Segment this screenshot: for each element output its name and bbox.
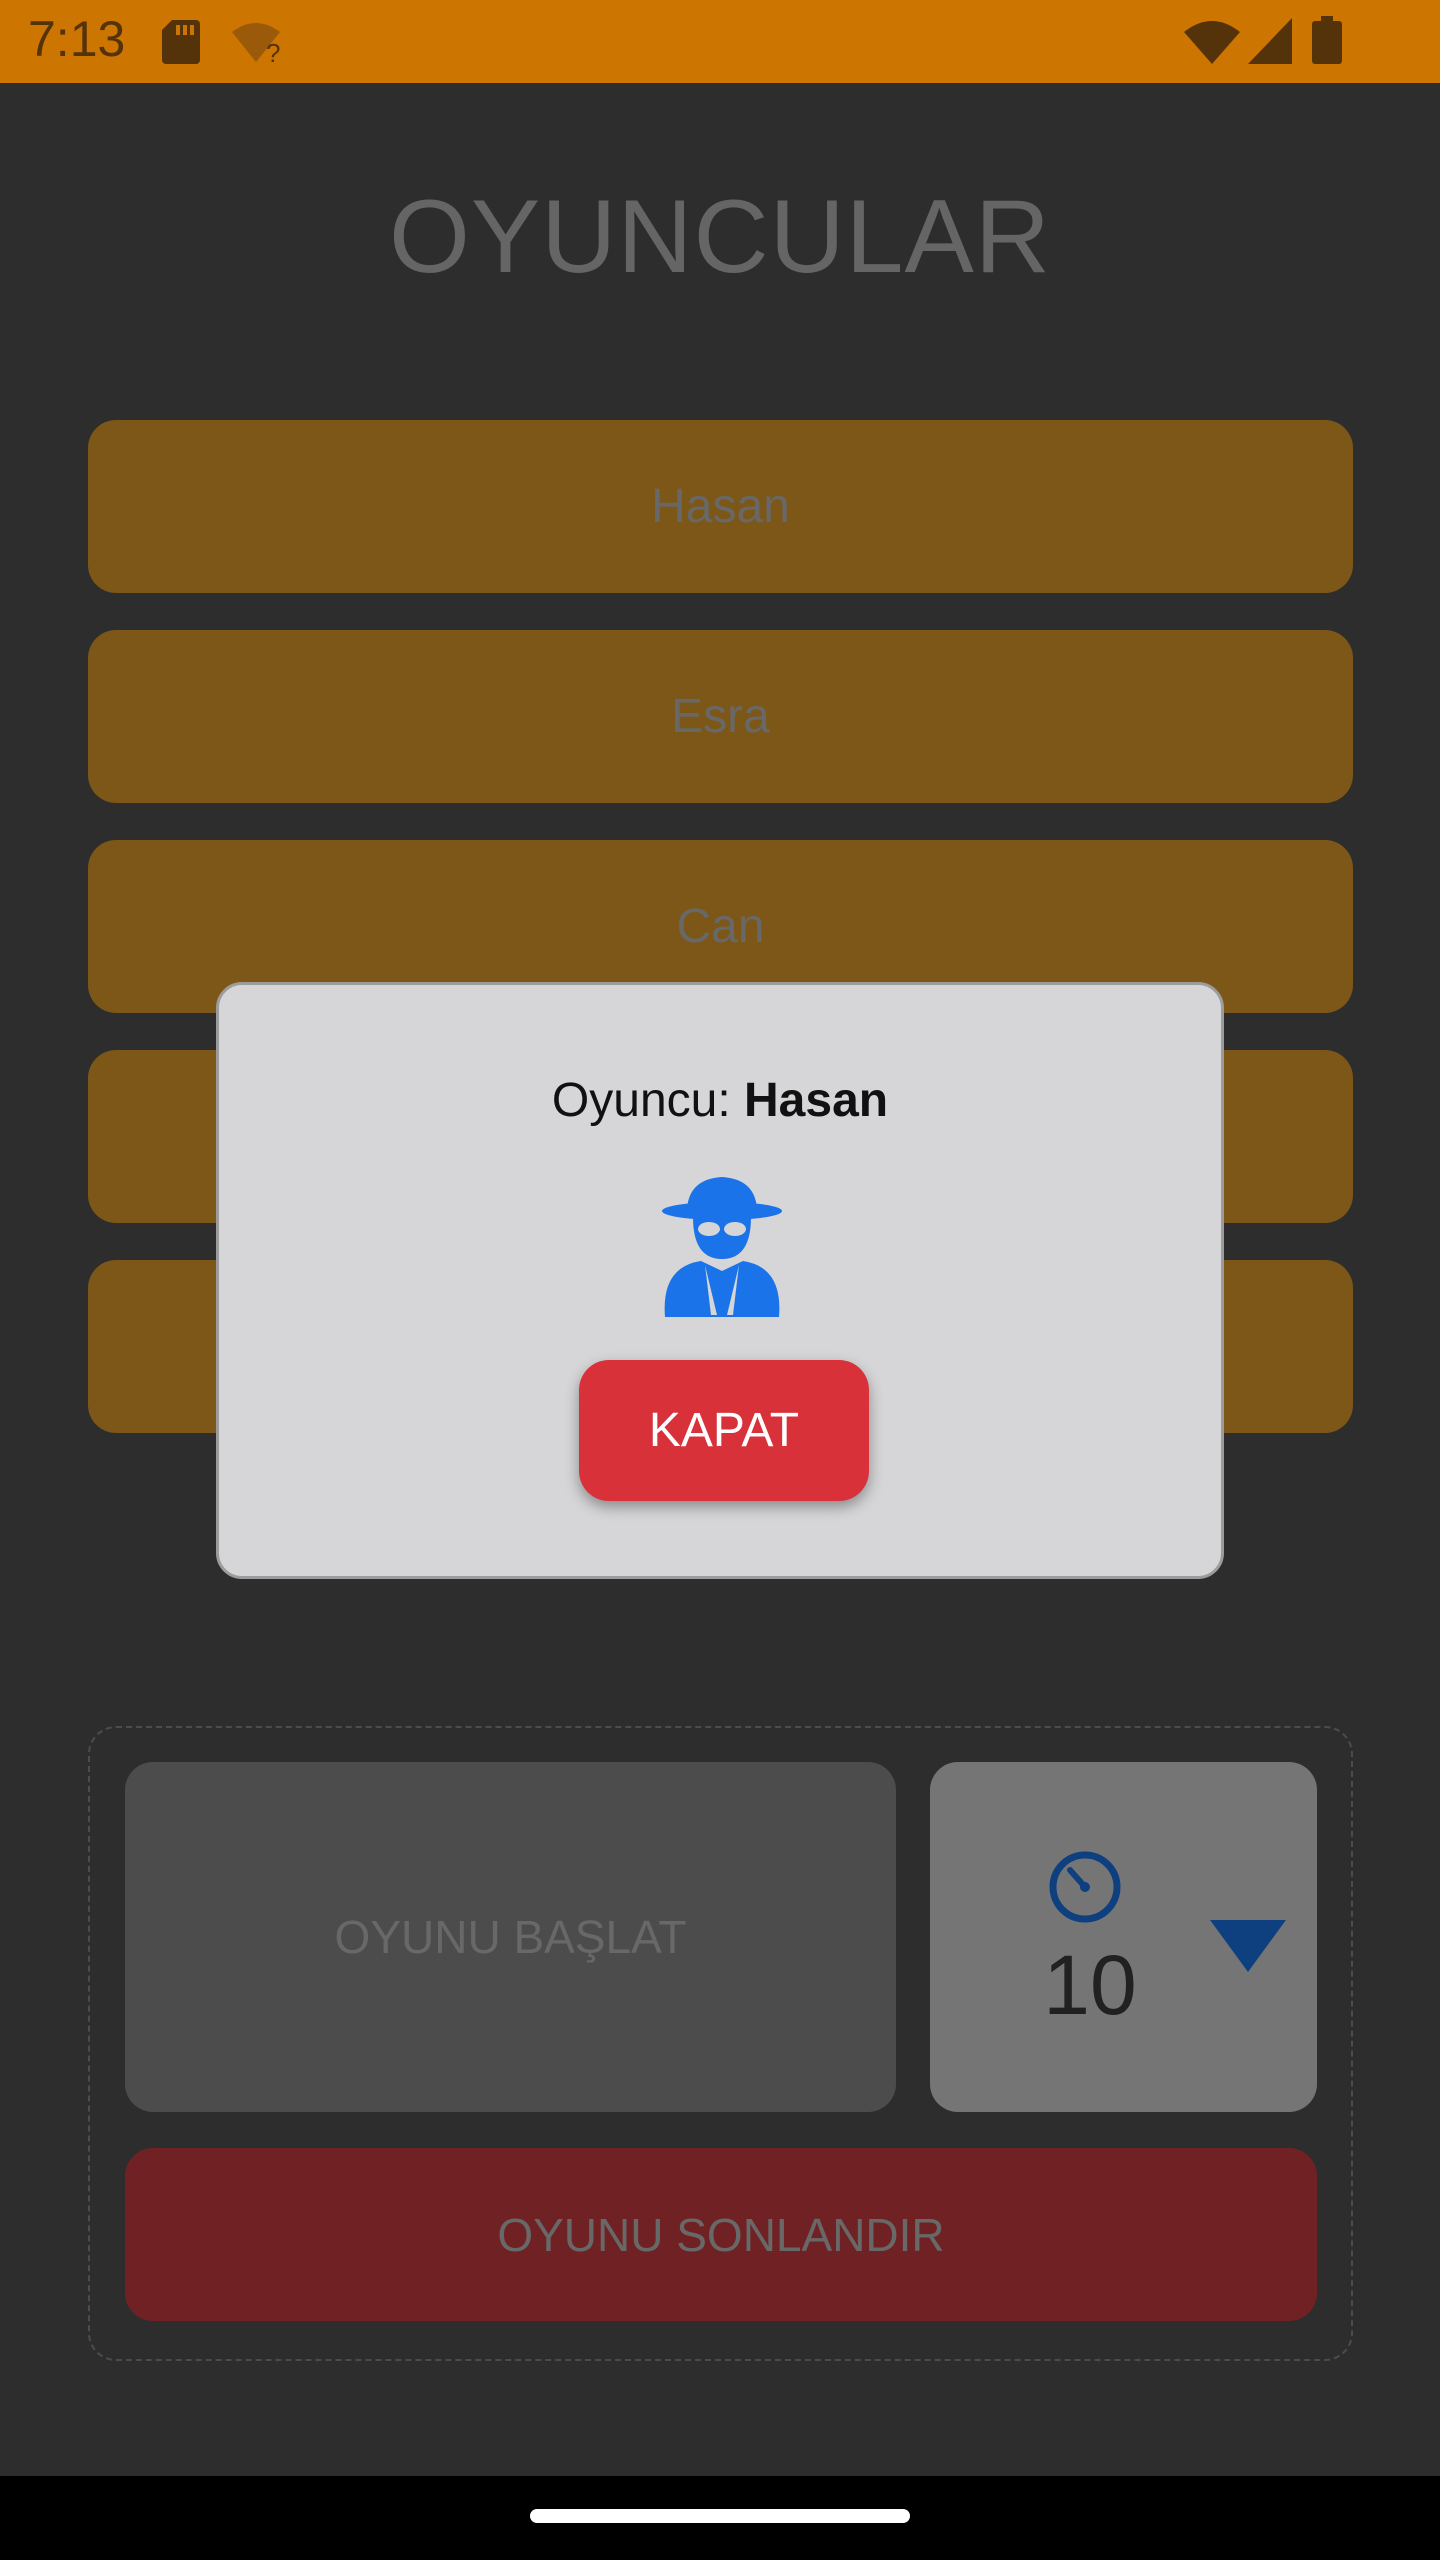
svg-text:?: ? [266,38,280,64]
home-gesture-handle[interactable] [530,2509,910,2523]
dialog-player-line: Oyuncu: Hasan [219,1073,1221,1128]
player-name: Hasan [744,1074,889,1127]
navigation-bar [0,2476,1440,2560]
signal-icon [1248,18,1292,64]
wifi-icon [1184,21,1240,64]
player-role-dialog: Oyuncu: Hasan KAPAT [216,982,1224,1579]
sd-card-icon [162,20,200,64]
close-button[interactable]: KAPAT [579,1360,869,1501]
wifi-unknown-icon: ? [232,23,280,64]
status-bar: 7:13 ? [0,0,1440,83]
battery-icon [1312,16,1342,64]
player-label: Oyuncu: [551,1074,731,1127]
close-label: KAPAT [648,1404,800,1457]
status-time: 7:13 [28,11,126,67]
spy-icon [662,1177,782,1317]
